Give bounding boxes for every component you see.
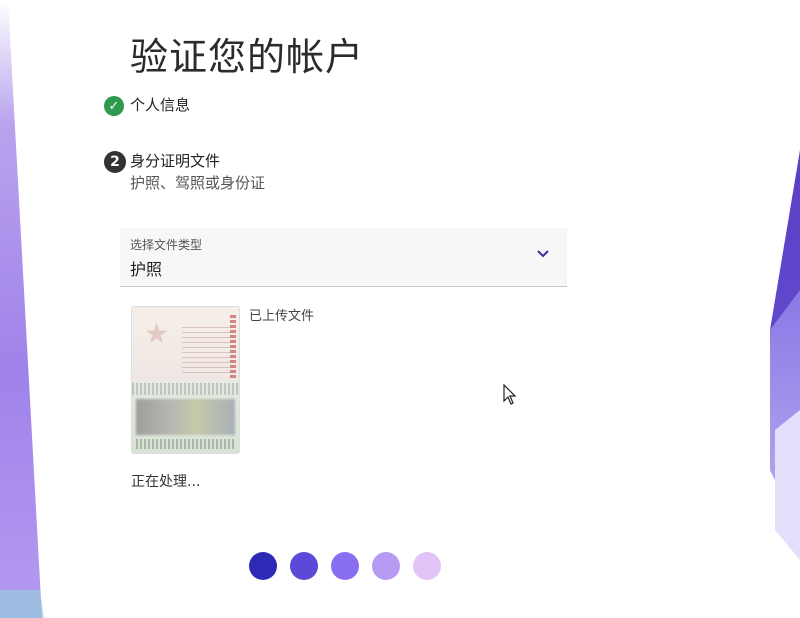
page-title: 验证您的帐户 xyxy=(130,35,365,79)
progress-dots xyxy=(249,552,454,580)
progress-dot xyxy=(249,552,277,580)
passport-emblem: ★ xyxy=(144,317,170,350)
progress-dot xyxy=(331,552,359,580)
select-caption: 选择文件类型 xyxy=(130,238,203,252)
step-sublabel: 护照、驾照或身份证 xyxy=(130,174,266,192)
step-identity-document: 2 身分证明文件 护照、驾照或身份证 xyxy=(104,150,265,194)
step-label: 身分证明文件 xyxy=(130,152,221,170)
select-value: 护照 xyxy=(130,260,163,279)
passport-info-band xyxy=(132,383,239,395)
document-type-select[interactable]: 选择文件类型 护照 xyxy=(120,228,567,287)
left-decoration xyxy=(0,0,42,618)
mouse-pointer-icon xyxy=(503,384,517,405)
passport-thumbnail[interactable]: ★ xyxy=(131,306,240,454)
check-circle-icon: ✓ xyxy=(104,96,124,116)
right-decoration-pale xyxy=(775,410,800,560)
passport-number-strip xyxy=(230,315,236,379)
processing-text: 正在处理... xyxy=(131,474,201,490)
progress-dot xyxy=(372,552,400,580)
step-personal-info: ✓ 个人信息 xyxy=(104,94,190,116)
chevron-down-icon[interactable] xyxy=(537,250,549,258)
left-decoration-accent xyxy=(0,590,44,618)
progress-dot xyxy=(413,552,441,580)
progress-dot xyxy=(290,552,318,580)
passport-mrz xyxy=(136,439,235,449)
step-label: 个人信息 xyxy=(130,96,191,114)
step-number-badge: 2 xyxy=(104,151,126,173)
passport-blurred-data xyxy=(136,399,235,435)
upload-status-label: 已上传文件 xyxy=(249,309,315,324)
passport-text-lines xyxy=(182,327,230,377)
